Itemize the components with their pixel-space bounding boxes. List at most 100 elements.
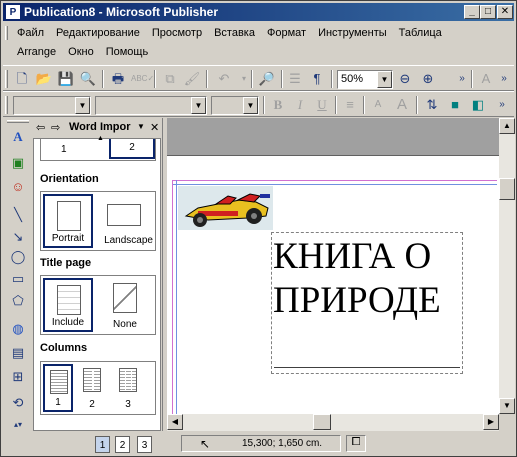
picture-frame-icon[interactable]: ▣ xyxy=(9,154,27,172)
columns-one[interactable]: 1 xyxy=(43,364,73,412)
toolbar-options-icon[interactable]: » xyxy=(495,70,513,88)
vertical-scrollbar[interactable]: ▲ ▼ xyxy=(499,118,515,414)
scroll-down-icon[interactable]: ▼ xyxy=(499,398,515,414)
form-control-icon[interactable]: ▤ xyxy=(9,344,27,362)
italic-button[interactable]: I xyxy=(291,96,309,114)
print-preview-icon[interactable]: 🔎 xyxy=(258,70,276,88)
toolbar-options-icon[interactable]: » xyxy=(493,96,511,114)
document-workspace[interactable]: КНИГА О ПРИРОДЕ xyxy=(167,118,499,414)
increase-font-icon[interactable]: A xyxy=(393,96,411,114)
spelling-icon[interactable]: ABC✓ xyxy=(131,70,154,88)
new-icon[interactable]: 🗋 xyxy=(13,70,31,88)
text-style-icon[interactable]: A xyxy=(477,70,495,88)
separator xyxy=(335,96,337,114)
forward-icon[interactable]: ⇨ xyxy=(51,121,60,134)
search-file-icon[interactable]: 🔍 xyxy=(79,70,97,88)
zoom-in-icon[interactable]: ⊕ xyxy=(419,70,437,88)
heading-line-2: ПРИРОДЕ xyxy=(273,280,441,321)
vertical-scroll-thumb[interactable] xyxy=(499,178,515,200)
zoom-select[interactable]: 50% ▼ xyxy=(337,70,393,89)
clip-art-icon[interactable]: ☺ xyxy=(9,178,27,196)
shadow-icon[interactable]: ■ xyxy=(446,96,464,114)
autoshapes-icon[interactable]: ⬠ xyxy=(9,292,27,310)
publisher-icon[interactable]: P xyxy=(6,5,20,19)
menu-insert[interactable]: Вставка xyxy=(208,25,261,43)
title-page-none[interactable]: None xyxy=(97,278,153,332)
undo-icon[interactable]: ↶ xyxy=(215,70,233,88)
underline-button[interactable]: U xyxy=(313,96,331,114)
rectangle-tool-icon[interactable]: ▭ xyxy=(9,270,27,288)
copy-icon[interactable]: ⧉ xyxy=(161,70,179,88)
toolbar-options-icon[interactable]: » xyxy=(453,70,471,88)
title-page-include[interactable]: Include xyxy=(43,278,93,332)
scroll-right-icon[interactable]: ▶ xyxy=(483,414,499,430)
page-tab-2[interactable]: 2 xyxy=(115,436,130,453)
oval-tool-icon[interactable]: ◯ xyxy=(9,248,27,266)
menu-format[interactable]: Формат xyxy=(261,25,312,43)
menu-file[interactable]: Файл xyxy=(11,25,50,43)
font-size-select[interactable]: ▼ xyxy=(211,96,259,115)
heading-text-frame[interactable]: КНИГА О ПРИРОДЕ xyxy=(271,232,463,374)
menu-table[interactable]: Таблица xyxy=(393,25,448,43)
chevron-down-icon[interactable]: ▼ xyxy=(377,71,392,88)
formatting-toolbar: ▼ ▼ ▼ B I U ≡ A A ⇅ ■ ◧ » xyxy=(3,91,514,117)
heading-text[interactable]: КНИГА О ПРИРОДЕ xyxy=(273,235,441,323)
close-icon[interactable]: ✕ xyxy=(150,121,159,134)
menu-view[interactable]: Просмотр xyxy=(146,25,208,43)
menu-arrange[interactable]: Arrange xyxy=(11,44,62,62)
menu-edit[interactable]: Редактирование xyxy=(50,25,146,43)
align-icon[interactable]: ≡ xyxy=(341,96,359,114)
chevron-down-icon[interactable]: ▼ xyxy=(243,97,258,114)
zoom-out-icon[interactable]: ⊖ xyxy=(396,70,414,88)
close-button[interactable]: ✕ xyxy=(497,5,513,19)
format-painter-icon[interactable]: 🖌 xyxy=(183,70,201,88)
horizontal-scrollbar[interactable]: ◀ ▶ xyxy=(167,414,499,431)
chevron-down-icon[interactable]: ▼ xyxy=(75,97,90,114)
page-strip-item-selected[interactable]: 2 xyxy=(109,139,155,159)
save-icon[interactable]: 💾 xyxy=(57,70,75,88)
toolbar-grip[interactable] xyxy=(5,70,8,88)
font-select[interactable]: ▼ xyxy=(95,96,207,115)
menu-help[interactable]: Помощь xyxy=(100,44,155,62)
text-box-icon[interactable]: A xyxy=(9,128,27,146)
menu-window[interactable]: Окно xyxy=(62,44,100,62)
columns-three[interactable]: 3 xyxy=(113,364,143,412)
menu-tools[interactable]: Инструменты xyxy=(312,25,393,43)
scroll-corner xyxy=(499,414,515,431)
orientation-portrait[interactable]: Portrait xyxy=(43,194,93,248)
toolbar-grip[interactable] xyxy=(5,96,8,114)
columns-two[interactable]: 2 xyxy=(77,364,107,412)
page-tab-3[interactable]: 3 xyxy=(137,436,152,453)
paragraph-mark-icon[interactable]: ¶ xyxy=(308,70,326,88)
design-gallery-icon[interactable]: ⟲ xyxy=(9,394,27,412)
orientation-landscape[interactable]: Landscape xyxy=(97,194,153,248)
chevron-down-icon[interactable]: ▼ xyxy=(137,122,145,131)
maximize-button[interactable]: □ xyxy=(480,5,496,19)
menu-grip[interactable] xyxy=(5,26,8,40)
decrease-font-icon[interactable]: A xyxy=(369,96,387,114)
html-fragment-icon[interactable]: ⊞ xyxy=(9,368,27,386)
horizontal-scroll-thumb[interactable] xyxy=(313,414,331,430)
chevron-down-icon[interactable]: ▼ xyxy=(191,97,206,114)
bold-button[interactable]: B xyxy=(269,96,287,114)
line-spacing-icon[interactable]: ⇅ xyxy=(423,96,441,114)
print-icon[interactable]: 🖶 xyxy=(109,70,127,88)
scroll-up-icon[interactable]: ▲ xyxy=(499,118,515,134)
line-tool-icon[interactable]: ╲ xyxy=(9,206,27,224)
style-select[interactable]: ▼ xyxy=(13,96,91,115)
open-icon[interactable]: 📂 xyxy=(35,70,53,88)
scroll-up-icon[interactable]: ▲ xyxy=(97,135,104,142)
scroll-left-icon[interactable]: ◀ xyxy=(167,414,183,430)
title-bar[interactable]: P Publication8 - Microsoft Publisher _ □… xyxy=(3,3,514,21)
arrow-tool-icon[interactable]: ↘ xyxy=(9,228,27,246)
toolbar-grip[interactable] xyxy=(7,120,29,123)
hot-spot-icon[interactable]: ◍ xyxy=(9,320,27,338)
minimize-button[interactable]: _ xyxy=(464,5,480,19)
race-car-clipart[interactable] xyxy=(178,186,273,230)
columns-icon[interactable]: ☰ xyxy=(286,70,304,88)
back-icon[interactable]: ⇦ xyxy=(36,121,45,134)
3d-icon[interactable]: ◧ xyxy=(469,96,487,114)
page-strip-item[interactable]: 1 xyxy=(61,144,67,155)
columns-options: 1 2 3 xyxy=(40,361,156,415)
page-tab-1[interactable]: 1 xyxy=(95,436,110,453)
